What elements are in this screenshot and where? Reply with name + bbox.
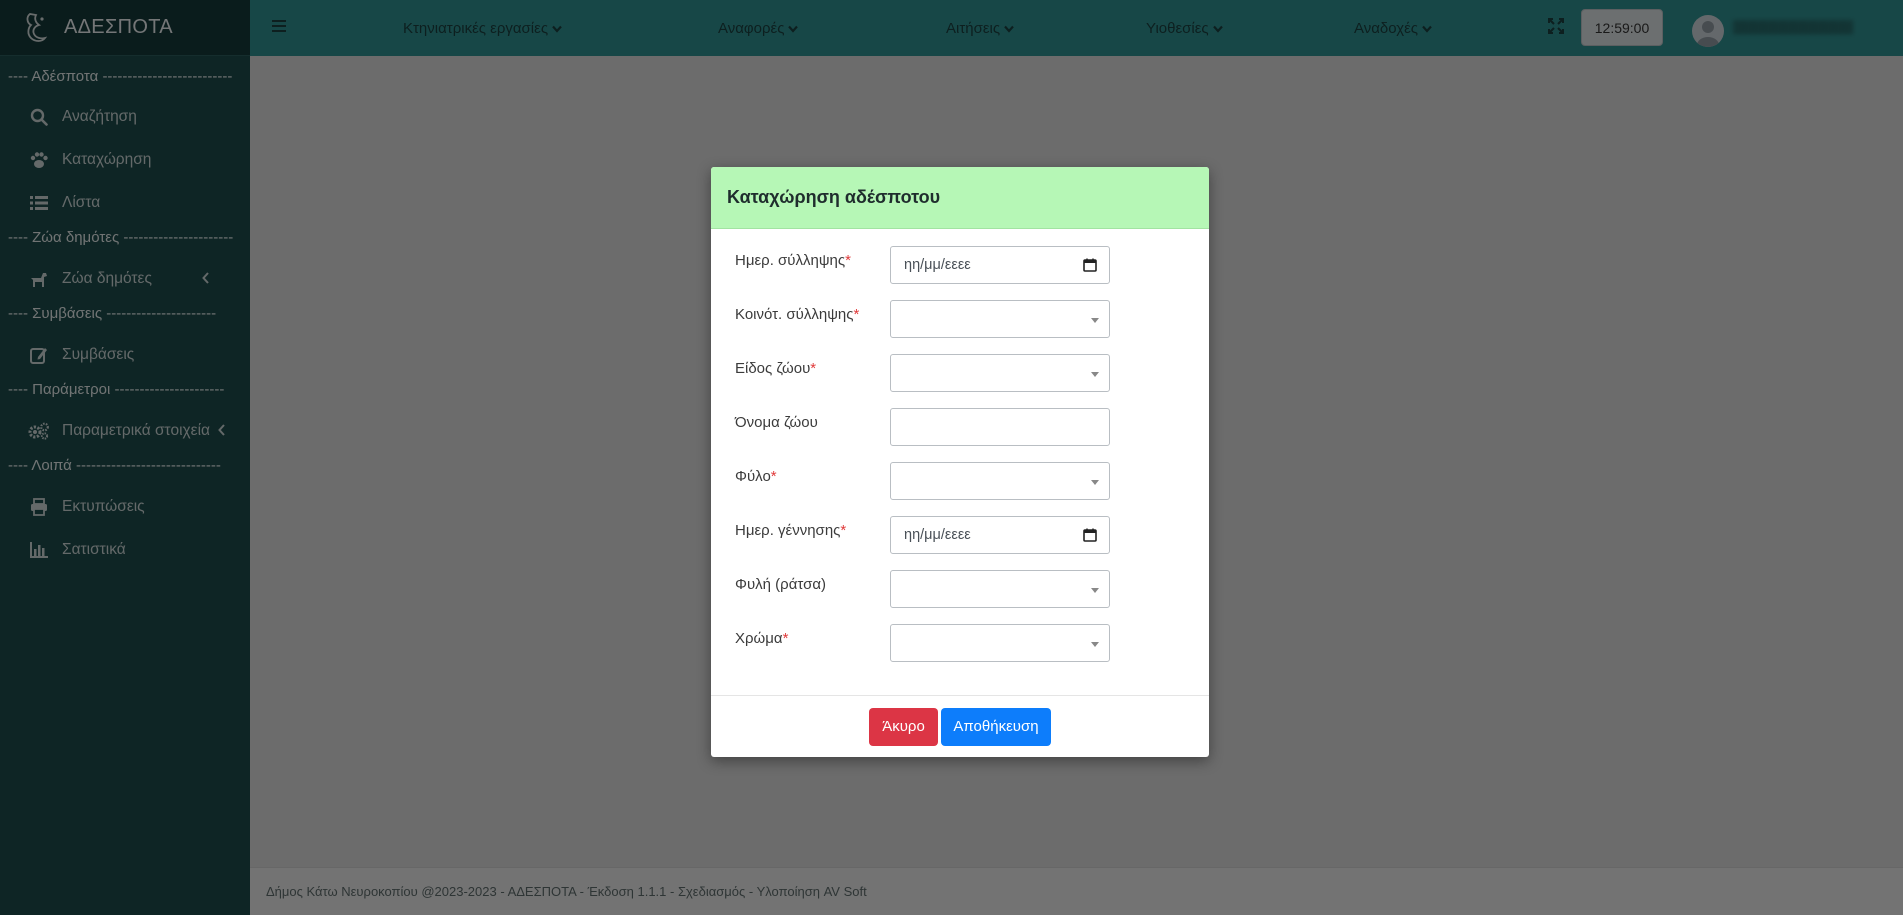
color-select[interactable]: [890, 624, 1110, 662]
register-stray-modal: Καταχώρηση αδέσποτου Ημερ. σύλληψης* ηη/…: [711, 167, 1209, 757]
field-label: Φυλή (ράτσα): [735, 576, 827, 593]
field-label: Ημερ. σύλληψης*: [735, 252, 851, 269]
save-button[interactable]: Αποθήκευση: [941, 707, 1051, 746]
modal-header: Καταχώρηση αδέσποτου: [711, 167, 1209, 229]
form-row-sex: Φύλο*: [735, 462, 1185, 500]
form-row-breed: Φυλή (ράτσα): [735, 570, 1185, 608]
form-row-animal-type: Είδος ζώου*: [735, 354, 1185, 392]
caret-down-icon: [1091, 318, 1099, 323]
form-row-animal-name: Όνομα ζώου: [735, 408, 1185, 446]
field-label: Χρώμα*: [735, 630, 789, 647]
sex-select[interactable]: [890, 462, 1110, 500]
animal-type-select[interactable]: [890, 354, 1110, 392]
field-label: Φύλο*: [735, 468, 777, 485]
caret-down-icon: [1091, 642, 1099, 647]
field-label: Κοινότ. σύλληψης*: [735, 306, 860, 323]
modal-footer: Άκυρο Αποθήκευση: [711, 695, 1209, 757]
caret-down-icon: [1091, 372, 1099, 377]
capture-community-select[interactable]: [890, 300, 1110, 338]
field-label: Είδος ζώου*: [735, 360, 817, 377]
caret-down-icon: [1091, 588, 1099, 593]
modal-title: Καταχώρηση αδέσποτου: [727, 187, 941, 207]
birth-date-input[interactable]: ηη/μμ/εεεε: [890, 516, 1110, 554]
animal-name-input[interactable]: [890, 408, 1110, 446]
form-row-color: Χρώμα*: [735, 624, 1185, 662]
date-placeholder: ηη/μμ/εεεε: [904, 527, 971, 543]
form-row-capture-community: Κοινότ. σύλληψης*: [735, 300, 1185, 338]
caret-down-icon: [1091, 480, 1099, 485]
calendar-icon[interactable]: [1083, 258, 1097, 276]
calendar-icon[interactable]: [1083, 528, 1097, 546]
capture-date-input[interactable]: ηη/μμ/εεεε: [890, 246, 1110, 284]
date-placeholder: ηη/μμ/εεεε: [904, 257, 971, 273]
form-row-capture-date: Ημερ. σύλληψης* ηη/μμ/εεεε: [735, 246, 1185, 284]
field-label: Όνομα ζώου: [735, 414, 818, 431]
field-label: Ημερ. γέννησης*: [735, 522, 847, 539]
breed-select[interactable]: [890, 570, 1110, 608]
form-row-birth-date: Ημερ. γέννησης* ηη/μμ/εεεε: [735, 516, 1185, 554]
cancel-button[interactable]: Άκυρο: [869, 707, 938, 746]
